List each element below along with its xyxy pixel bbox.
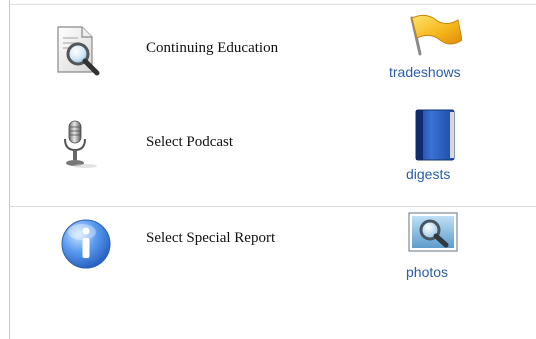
info-icon[interactable] <box>60 218 112 270</box>
row-label-select-podcast[interactable]: Select Podcast <box>146 134 233 151</box>
left-border <box>9 0 10 339</box>
photo-magnifier-icon[interactable] <box>408 212 458 252</box>
link-digests[interactable]: digests <box>406 166 450 182</box>
row-label-select-special-report[interactable]: Select Special Report <box>146 230 275 247</box>
link-photos[interactable]: photos <box>406 264 448 280</box>
link-tradeshows[interactable]: tradeshows <box>389 64 461 80</box>
row-label-continuing-education[interactable]: Continuing Education <box>146 40 278 57</box>
book-icon[interactable] <box>411 108 457 162</box>
microphone-icon[interactable] <box>52 118 104 170</box>
middle-divider <box>9 206 536 207</box>
content-panel: Continuing Education Select Podcast Sele… <box>0 0 536 339</box>
document-magnifier-icon[interactable] <box>52 24 104 76</box>
top-divider <box>9 4 536 5</box>
flag-icon[interactable] <box>406 12 463 56</box>
